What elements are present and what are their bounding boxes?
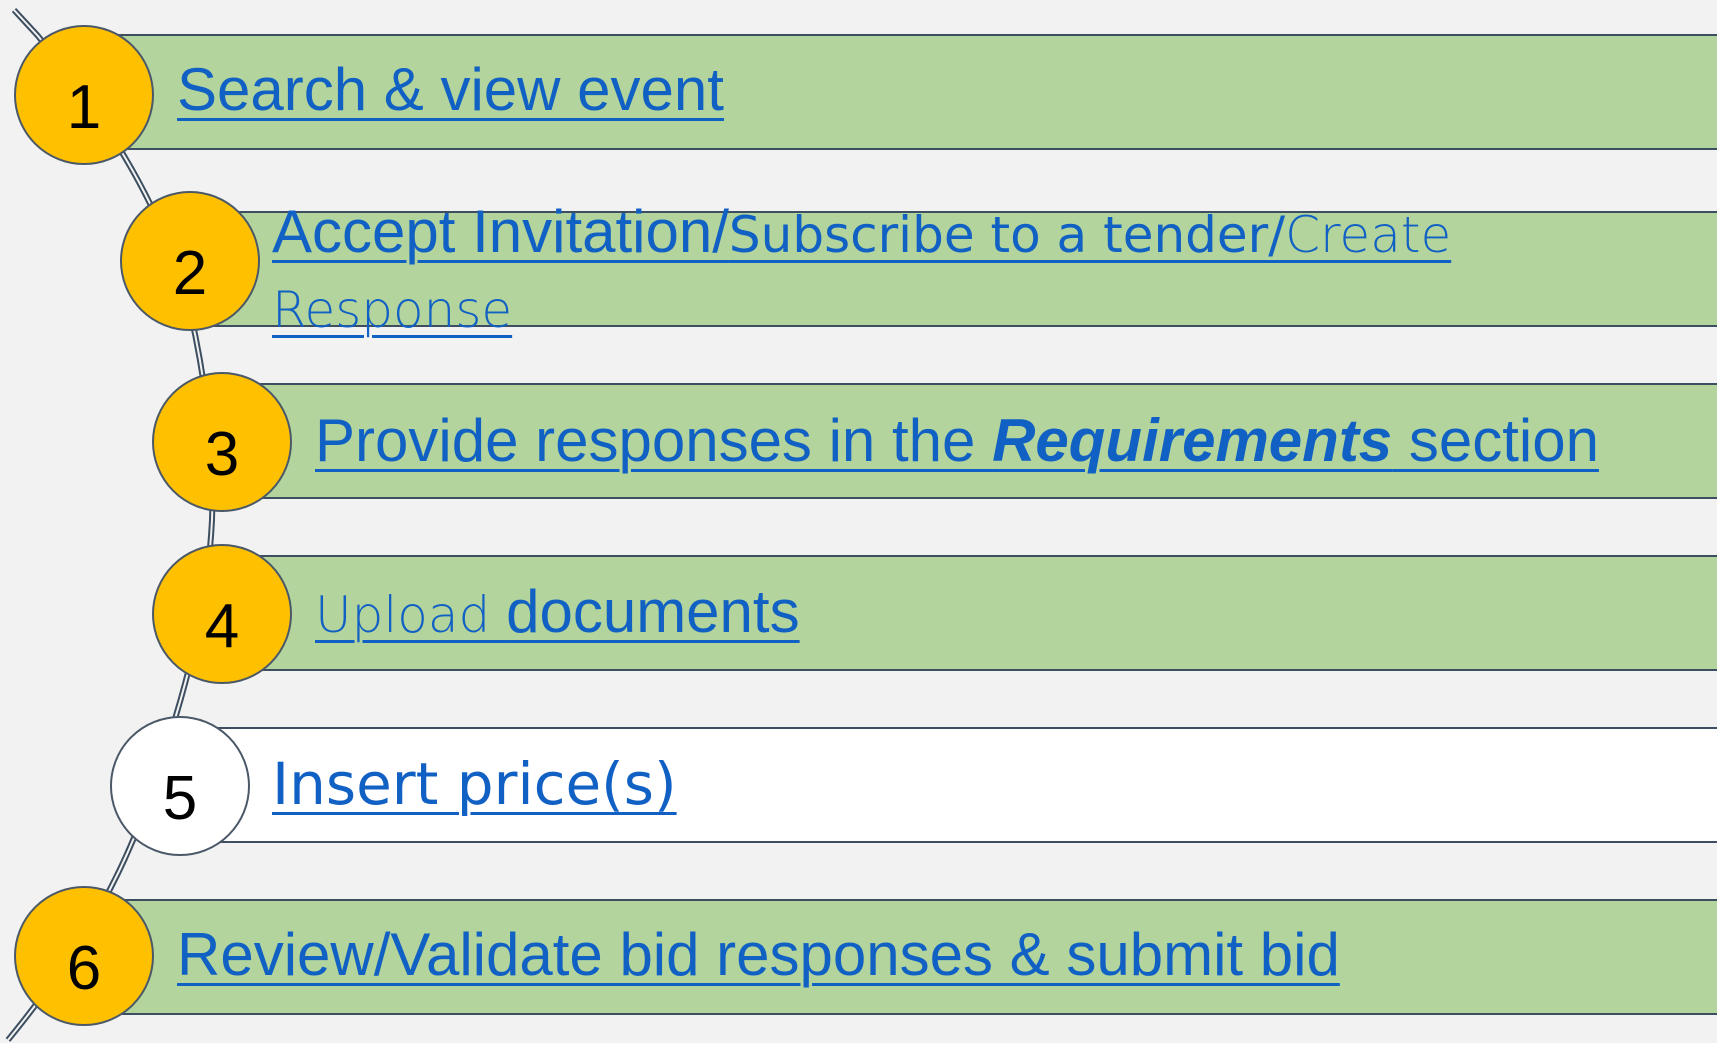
step-4-number: 4: [204, 592, 240, 661]
step-1-number: 1: [66, 73, 102, 142]
step-3-label-emphasis: Requirements: [992, 407, 1393, 474]
step-4-label-part1: Upload: [315, 586, 507, 644]
step-connector-curve: [5, 7, 216, 1042]
step-1-badge: 1: [14, 25, 154, 165]
step-1-link[interactable]: Search & view event: [177, 50, 724, 130]
step-4-link[interactable]: Upload documents: [315, 572, 800, 655]
step-6-link[interactable]: Review/Validate bid responses & submit b…: [177, 915, 1340, 995]
step-2-link[interactable]: Accept Invitation/Subscribe to a tender/…: [272, 196, 1451, 346]
step-2-label-part2: Subscribe to a tender/: [728, 206, 1286, 264]
step-6-badge: 6: [14, 886, 154, 1026]
step-2-badge: 2: [120, 191, 260, 331]
step-5-link[interactable]: Insert price(s): [272, 744, 677, 824]
step-3-link[interactable]: Provide responses in the Requirements se…: [315, 401, 1599, 481]
step-3-label-suffix: section: [1392, 407, 1599, 474]
step-4-badge: 4: [152, 544, 292, 684]
step-2-label-line2: Response: [272, 281, 513, 339]
step-5-number: 5: [162, 764, 198, 833]
step-2-label-part1: Accept Invitation/: [272, 198, 729, 265]
step-6-number: 6: [66, 934, 102, 1003]
step-5-badge: 5: [110, 716, 250, 856]
step-3-label-prefix: Provide responses in the: [315, 407, 993, 474]
step-2-number: 2: [172, 239, 208, 308]
step-2-label-part3: Create: [1285, 206, 1452, 264]
process-steps-diagram: Search & view event Accept Invitation/Su…: [0, 0, 1717, 1043]
step-4-label-part2: documents: [506, 578, 800, 645]
step-3-number: 3: [204, 420, 240, 489]
step-3-badge: 3: [152, 372, 292, 512]
